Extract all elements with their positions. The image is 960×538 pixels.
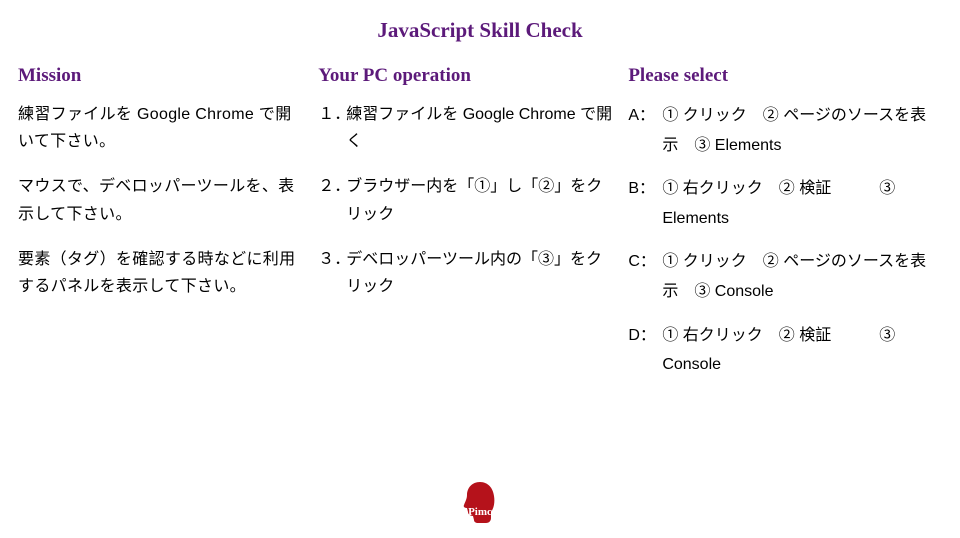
mission-column: Mission 練習ファイルを Google Chrome で開いて下さい。 マ… [18, 65, 302, 394]
operation-column: Your PC operation １． 練習ファイルを Google Chro… [318, 65, 612, 394]
operation-number: ３． [318, 246, 346, 300]
columns: Mission 練習ファイルを Google Chrome で開いて下さい。 マ… [0, 43, 960, 394]
select-opts: ① クリック ② ページのソースを表示 ③ Elements [662, 101, 942, 160]
select-option: D： ① 右クリック ② 検証 ③ Console [628, 321, 942, 380]
mission-heading: Mission [18, 65, 302, 87]
mission-item: 練習ファイルを Google Chrome で開いて下さい。 [18, 101, 302, 155]
select-label: C： [628, 247, 662, 306]
operation-item: １． 練習ファイルを Google Chrome で開く [318, 101, 612, 155]
select-column: Please select A： ① クリック ② ページのソースを表示 ③ E… [628, 65, 942, 394]
select-opts: ① 右クリック ② 検証 ③ Elements [662, 174, 942, 233]
operation-text: ブラウザー内を「①」し「②」をクリック [346, 173, 612, 227]
page-title: JavaScript Skill Check [0, 0, 960, 43]
select-heading: Please select [628, 65, 942, 87]
select-label: B： [628, 174, 662, 233]
operation-heading: Your PC operation [318, 65, 612, 87]
operation-text: デベロッパーツール内の「③」をクリック [346, 246, 612, 300]
mission-item: 要素（タグ）を確認する時などに利用するパネルを表示して下さい。 [18, 246, 302, 300]
select-opts: ① クリック ② ページのソースを表示 ③ Console [662, 247, 942, 306]
mission-item: マウスで、デベロッパーツールを、表示して下さい。 [18, 173, 302, 227]
operation-number: ２． [318, 173, 346, 227]
select-label: A： [628, 101, 662, 160]
select-option: A： ① クリック ② ページのソースを表示 ③ Elements [628, 101, 942, 160]
select-label: D： [628, 321, 662, 380]
operation-item: ３． デベロッパーツール内の「③」をクリック [318, 246, 612, 300]
select-option: C： ① クリック ② ページのソースを表示 ③ Console [628, 247, 942, 306]
operation-item: ２． ブラウザー内を「①」し「②」をクリック [318, 173, 612, 227]
footer-logo: Pimc [460, 480, 500, 524]
operation-number: １． [318, 101, 346, 155]
logo-text: Pimc [468, 506, 492, 518]
select-opts: ① 右クリック ② 検証 ③ Console [662, 321, 942, 380]
operation-text: 練習ファイルを Google Chrome で開く [346, 101, 612, 155]
select-option: B： ① 右クリック ② 検証 ③ Elements [628, 174, 942, 233]
